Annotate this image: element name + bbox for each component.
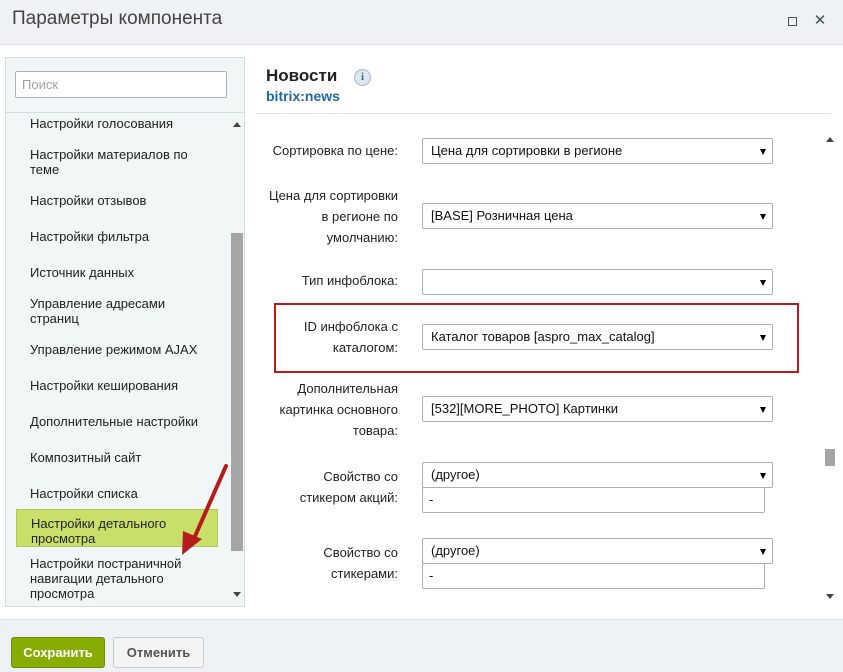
select-value: (другое) (431, 543, 480, 558)
param-label: Цена для сортировки в регионе по умолчан… (268, 188, 398, 245)
sidebar-item-data-source[interactable]: Источник данных (16, 265, 218, 280)
sidebar-item-filter[interactable]: Настройки фильтра (16, 229, 218, 244)
select-value: Каталог товаров [aspro_max_catalog] (431, 329, 655, 344)
default-region-price-select[interactable]: [BASE] Розничная цена (422, 203, 773, 229)
cancel-button[interactable]: Отменить (113, 637, 204, 668)
stickers-input[interactable]: - (422, 563, 765, 589)
close-icon[interactable]: ✕ (812, 13, 828, 29)
chevron-down-icon (760, 280, 766, 286)
chevron-down-icon (760, 407, 766, 413)
promo-sticker-input[interactable]: - (422, 487, 765, 513)
header-divider (256, 113, 831, 114)
select-value: [BASE] Розничная цена (431, 208, 573, 223)
more-photo-select[interactable]: [532][MORE_PHOTO] Картинки (422, 396, 773, 422)
select-value: Цена для сортировки в регионе (431, 143, 623, 158)
dialog-title: Параметры компонента (12, 8, 223, 29)
iblock-type-select[interactable] (422, 269, 773, 295)
scrollbar-thumb[interactable] (825, 449, 835, 466)
sidebar-item-page-urls[interactable]: Управление адресами страниц (16, 296, 218, 326)
param-label: Свойство со стикерами: (323, 545, 398, 581)
annotation-arrow-icon (182, 464, 228, 555)
params-form: Сортировка по цене: Цена для сортировки … (256, 129, 826, 605)
scrollbar-thumb[interactable] (231, 233, 243, 551)
main-scrollbar[interactable] (823, 129, 837, 605)
sidebar-item-detail-pagination[interactable]: Настройки постраничной навигации детальн… (16, 556, 218, 601)
promo-sticker-select[interactable]: (другое) (422, 462, 773, 488)
maximize-icon[interactable] (784, 13, 800, 29)
dialog-footer: Сохранить Отменить (0, 619, 843, 672)
param-label: Свойство со стикером акций: (299, 469, 398, 505)
component-code: bitrix:news (266, 88, 340, 104)
param-label: ID инфоблока с каталогом: (303, 319, 398, 355)
save-button[interactable]: Сохранить (11, 637, 105, 668)
scroll-down-icon[interactable] (233, 592, 241, 597)
sidebar-item-related-materials[interactable]: Настройки материалов по теме (16, 147, 218, 177)
sidebar-item-voting[interactable]: Настройки голосования (16, 116, 218, 131)
chevron-down-icon (760, 473, 766, 479)
scroll-down-icon[interactable] (826, 594, 834, 599)
dialog-body: Настройки голосования Настройки материал… (0, 45, 843, 619)
sidebar-item-ajax-mode[interactable]: Управление режимом AJAX (16, 342, 218, 357)
param-label: Тип инфоблока: (301, 273, 398, 288)
stickers-select[interactable]: (другое) (422, 538, 773, 564)
param-label: Дополнительная картинка основного товара… (279, 381, 399, 438)
scroll-up-icon[interactable] (826, 137, 834, 142)
chevron-down-icon (760, 149, 766, 155)
info-icon[interactable]: i (354, 69, 371, 86)
search-input[interactable] (15, 71, 227, 98)
sidebar-item-caching[interactable]: Настройки кеширования (16, 378, 218, 393)
scroll-up-icon[interactable] (233, 122, 241, 127)
sidebar-item-additional[interactable]: Дополнительные настройки (16, 414, 218, 429)
component-name: Новости (266, 66, 338, 85)
price-sort-select[interactable]: Цена для сортировки в регионе (422, 138, 773, 164)
select-value: (другое) (431, 467, 480, 482)
chevron-down-icon (760, 214, 766, 220)
param-label: Сортировка по цене: (272, 143, 398, 158)
sidebar-item-reviews[interactable]: Настройки отзывов (16, 193, 218, 208)
chevron-down-icon (760, 549, 766, 555)
select-value: [532][MORE_PHOTO] Картинки (431, 401, 619, 416)
catalog-iblock-id-select[interactable]: Каталог товаров [aspro_max_catalog] (422, 324, 773, 350)
dialog-titlebar: Параметры компонента ✕ (0, 0, 843, 45)
chevron-down-icon (760, 335, 766, 341)
sidebar-scrollbar[interactable] (230, 113, 244, 603)
